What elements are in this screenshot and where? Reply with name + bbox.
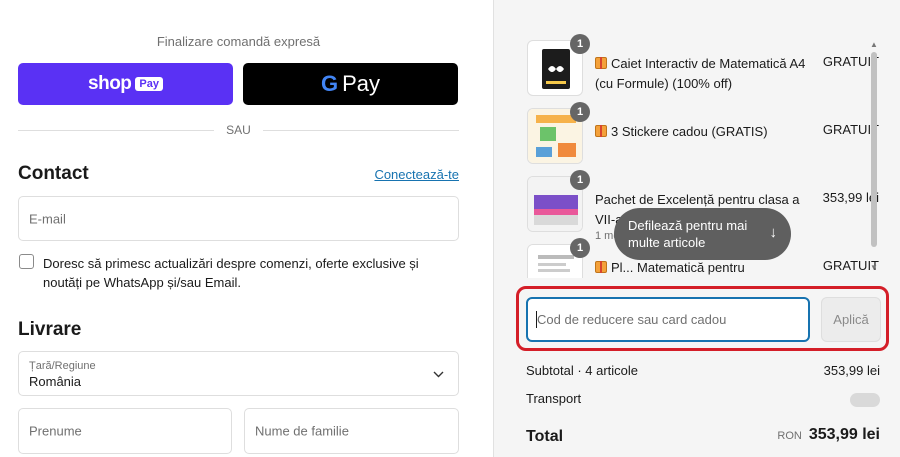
quantity-badge: 1 xyxy=(570,34,590,54)
gift-icon xyxy=(595,57,607,69)
scroll-thumb[interactable] xyxy=(871,52,877,247)
scroll-up-icon[interactable]: ▲ xyxy=(870,40,878,49)
google-pay-label: Pay xyxy=(342,71,381,96)
discount-highlight-box: Cod de reducere sau card cadou Aplică xyxy=(516,286,889,351)
country-value: România xyxy=(29,374,82,389)
first-name-field[interactable]: Prenume xyxy=(18,408,232,454)
email-placeholder: E-mail xyxy=(29,211,66,226)
shipping-row: Transport xyxy=(526,391,880,407)
item-name: 3 Stickere cadou (GRATIS) xyxy=(595,122,810,142)
subtotal-label: Subtotal · 4 articole xyxy=(526,363,639,378)
last-name-placeholder: Nume de familie xyxy=(255,423,349,439)
checkout-page: Finalizare comandă expresă shop Pay G Pa… xyxy=(0,0,900,457)
total-value: 353,99 lei xyxy=(808,426,880,443)
shop-pay-badge: Pay xyxy=(135,77,163,91)
contact-heading: Contact xyxy=(18,163,89,184)
scroll-for-more-toast[interactable]: Defilează pentru mai multe articole ↓ xyxy=(614,208,791,260)
login-link[interactable]: Conectează-te xyxy=(374,167,459,182)
chevron-down-icon xyxy=(433,366,444,381)
shop-pay-logo: shop xyxy=(88,73,132,94)
cart-item: 1 Caiet Interactiv de Matematică A4 (cu … xyxy=(527,34,879,96)
google-g-icon: G xyxy=(320,71,339,96)
total-label: Total xyxy=(526,428,564,445)
currency-code: RON xyxy=(777,430,802,442)
gift-icon xyxy=(595,125,607,137)
express-checkout-title: Finalizare comandă expresă xyxy=(156,34,321,49)
discount-code-input[interactable]: Cod de reducere sau card cadou xyxy=(526,297,810,342)
separator-line-left xyxy=(18,129,215,131)
quantity-badge: 1 xyxy=(570,238,590,258)
marketing-opt-in-checkbox[interactable] xyxy=(19,254,34,269)
item-name: Caiet Interactiv de Matematică A4 (cu Fo… xyxy=(595,56,806,91)
toast-text: Defilează pentru mai multe articole xyxy=(628,218,748,250)
gift-icon xyxy=(595,261,607,273)
last-name-field[interactable]: Nume de familie xyxy=(244,408,459,454)
item-name: Pl... Matematică pentru GIMNAZIU (clasel… xyxy=(595,258,810,278)
or-separator: SAU xyxy=(18,122,459,138)
quantity-badge: 1 xyxy=(570,170,590,190)
total-row: Total RON 353,99 lei xyxy=(526,426,880,446)
country-select[interactable]: Țară/Regiune România xyxy=(18,351,459,396)
google-pay-button[interactable]: G Pay xyxy=(243,63,458,105)
arrow-down-icon: ↓ xyxy=(769,224,778,241)
marketing-opt-in-label[interactable]: Doresc să primesc actualizări despre com… xyxy=(43,254,453,292)
shipping-loading-placeholder xyxy=(850,393,880,407)
subtotal-value: 353,99 lei xyxy=(823,363,880,378)
checkout-form-panel: Finalizare comandă expresă shop Pay G Pa… xyxy=(0,0,493,457)
shipping-label: Transport xyxy=(526,391,582,406)
first-name-placeholder: Prenume xyxy=(29,423,82,439)
shop-pay-button[interactable]: shop Pay xyxy=(18,63,233,105)
delivery-heading: Livrare xyxy=(18,319,82,340)
separator-line-right xyxy=(262,129,459,131)
discount-placeholder: Cod de reducere sau card cadou xyxy=(537,312,727,327)
email-field[interactable]: E-mail xyxy=(18,196,459,241)
country-label: Țară/Regiune xyxy=(29,360,96,372)
scroll-down-icon[interactable]: ▼ xyxy=(870,263,878,272)
cart-scrollbar[interactable]: ▲ ▼ xyxy=(870,40,878,272)
apply-discount-button[interactable]: Aplică xyxy=(821,297,881,342)
subtotal-row: Subtotal · 4 articole 353,99 lei xyxy=(526,363,880,378)
cart-item: 1 3 Stickere cadou (GRATIS) GRATUIT xyxy=(527,102,879,164)
or-separator-text: SAU xyxy=(226,123,251,137)
quantity-badge: 1 xyxy=(570,102,590,122)
